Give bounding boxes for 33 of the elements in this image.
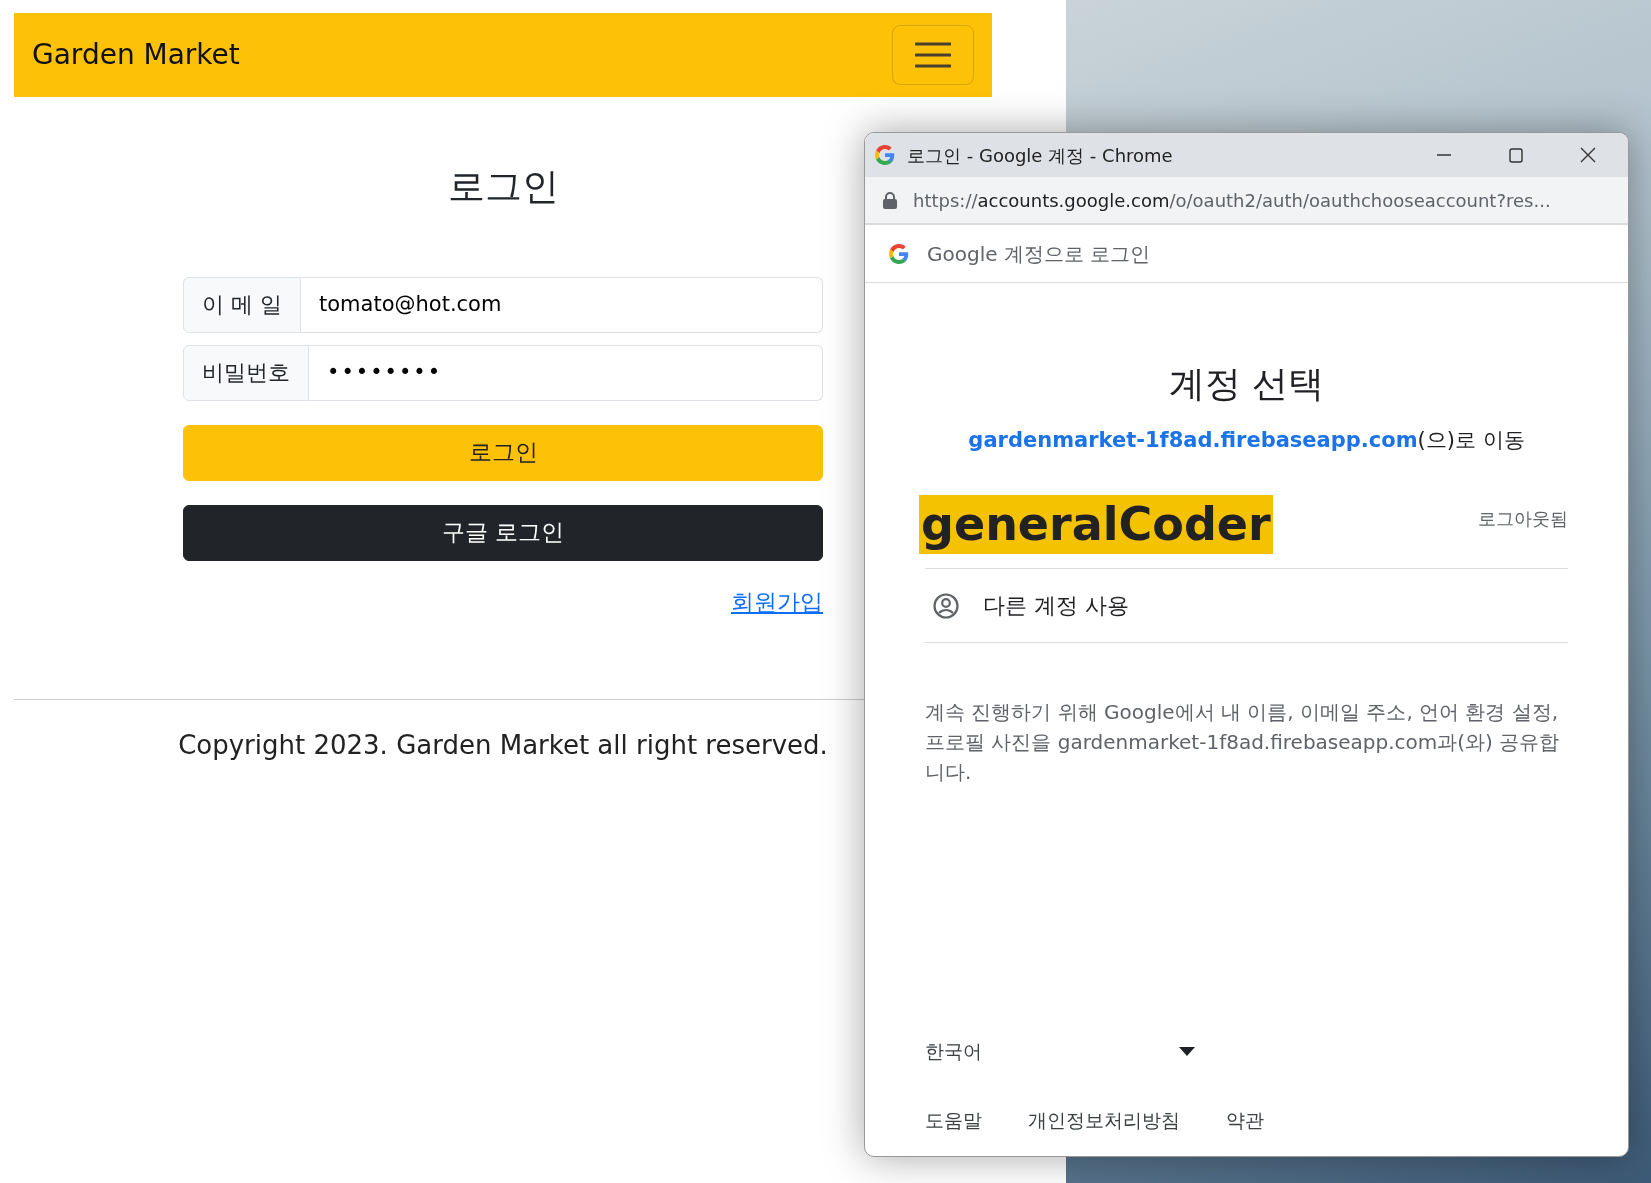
account-name: generalCoder [919,494,1273,555]
dialog-heading: 계정 선택 [1167,362,1326,406]
google-logo-icon [889,243,909,264]
footer-link[interactable]: 개인정보처리방침 [1028,1105,1180,1134]
close-button[interactable] [1579,147,1597,163]
signup-link[interactable]: 회원가입 [731,588,823,615]
person-circle-icon [933,592,959,619]
google-logo-icon [875,145,895,165]
input-field[interactable]: tomato@hot.com [301,276,823,333]
maximize-button[interactable] [1507,147,1525,163]
lock-icon [883,191,897,209]
menu-icon [915,42,951,68]
dropdown-caret-icon [1179,1046,1195,1056]
account-status: 로그아웃됨 [1478,506,1568,531]
window-title: 로그인 - Google 계정 - Chrome [907,143,1174,168]
page-title: 로그인 [446,164,560,210]
dialog-header: Google 계정으로 로그인 [927,240,1151,268]
input-field[interactable]: •••••••• [309,344,823,401]
consent-text: 계속 진행하기 위해 Google에서 내 이름, 이메일 주소, 언어 환경 설정, 프로필 사진을 gardenmarket-1f8ad.firebaseapp.com과(와) 공유합니다. [925,699,1561,787]
login-button[interactable]: 로그인 [183,424,823,481]
footer-link[interactable]: 약관 [1226,1105,1264,1134]
app-link[interactable]: gardenmarket-1f8ad.firebaseapp.com [968,428,1418,452]
google-login-button[interactable]: 구글 로그인 [183,504,823,561]
language-select[interactable]: 한국어 [925,1037,1195,1066]
field-label: 이 메 일 [183,276,301,333]
account-item[interactable]: generalCoder 로그아웃됨 [925,456,1568,570]
brand-name[interactable]: Garden Market [32,34,240,76]
field-label: 비밀번호 [183,344,309,401]
menu-button[interactable] [892,25,974,85]
continue-text: gardenmarket-1f8ad.firebaseapp.com(으)로 이동 [967,427,1526,454]
footer-link[interactable]: 도움말 [925,1105,982,1134]
copyright-text: Copyright 2023. Garden Market all right reserved. [178,730,828,760]
other-account-button[interactable]: 다른 계정 사용 [925,569,1568,644]
